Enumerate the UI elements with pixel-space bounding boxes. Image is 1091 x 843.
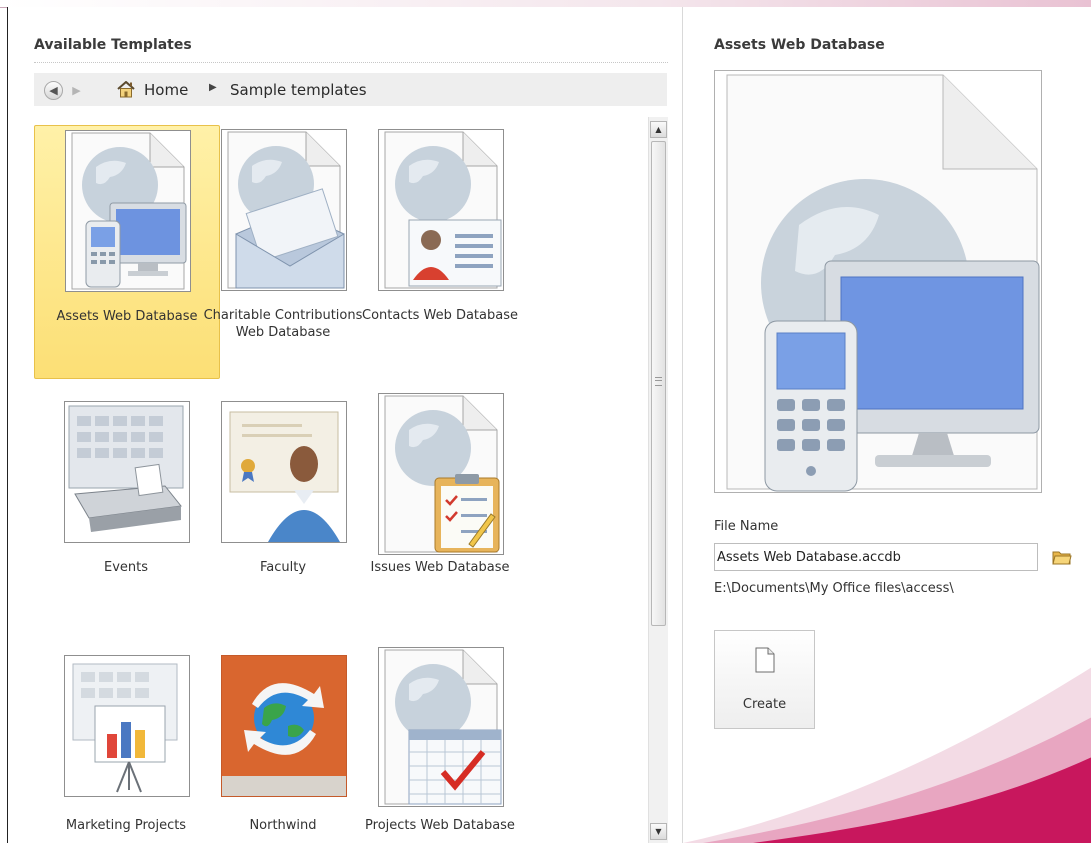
envelope-icon <box>227 131 345 289</box>
scroll-up-button[interactable]: ▲ <box>650 121 667 138</box>
available-templates-pane: Available Templates ◀ ▶ Home ▶ Sample te… <box>8 7 682 843</box>
breadcrumb-sample-templates[interactable]: Sample templates <box>230 81 367 99</box>
contact-card-icon <box>384 131 502 289</box>
forward-arrow-icon: ▶ <box>72 84 81 97</box>
backstage-new-panel: Available Templates ◀ ▶ Home ▶ Sample te… <box>7 7 1091 843</box>
template-projects-web-database[interactable]: Projects Web Database <box>348 647 532 837</box>
new-document-icon <box>755 647 775 673</box>
breadcrumb-home[interactable]: Home <box>144 81 188 99</box>
assets-preview-icon <box>726 74 1040 492</box>
template-label: Issues Web Database <box>370 560 510 575</box>
template-details-pane: Assets Web Database File Name Assets Web… <box>683 7 1091 843</box>
back-button[interactable]: ◀ <box>44 81 63 100</box>
assets-database-icon <box>71 132 187 290</box>
template-label: Projects Web Database <box>365 818 515 833</box>
issues-thumbnail <box>378 393 504 555</box>
breadcrumb-separator-icon: ▶ <box>209 82 217 93</box>
contacts-thumbnail <box>378 129 504 291</box>
forward-button[interactable]: ▶ <box>67 81 86 100</box>
back-arrow-icon: ◀ <box>49 84 58 97</box>
template-contacts-web-database[interactable]: Contacts Web Database <box>348 125 532 377</box>
template-gallery: Assets Web Database Charitable Contribut… <box>34 117 644 843</box>
events-thumbnail <box>64 401 190 543</box>
breadcrumb: ◀ ▶ Home ▶ Sample templates <box>34 73 667 106</box>
header-separator <box>34 62 668 63</box>
northwind-thumbnail <box>221 655 347 797</box>
calendar-fax-icon <box>68 405 184 532</box>
charitable-thumbnail <box>221 129 347 291</box>
browse-folder-icon[interactable] <box>1052 548 1072 566</box>
faculty-thumbnail <box>221 401 347 543</box>
template-issues-web-database[interactable]: Issues Web Database <box>348 389 532 641</box>
scrollbar-thumb[interactable] <box>651 141 666 626</box>
create-button-label: Create <box>742 697 787 712</box>
calendar-checkmark-icon <box>384 649 502 805</box>
faculty-person-icon <box>229 411 340 542</box>
scroll-up-icon: ▲ <box>655 125 662 134</box>
scroll-down-button[interactable]: ▼ <box>650 823 667 840</box>
assets-thumbnail <box>65 130 191 292</box>
template-gallery-scrollbar[interactable]: ▲ ▼ <box>648 117 668 843</box>
marketing-thumbnail <box>64 655 190 797</box>
grip-icon <box>655 377 662 386</box>
projects-thumbnail <box>378 647 504 807</box>
globe-arrows-icon <box>222 656 346 796</box>
save-location-path: E:\Documents\My Office files\access\ <box>714 581 954 596</box>
file-name-field[interactable] <box>714 543 1038 571</box>
create-button[interactable]: Create <box>714 630 815 729</box>
selected-template-title: Assets Web Database <box>714 37 885 53</box>
home-icon[interactable] <box>117 81 135 98</box>
available-templates-header: Available Templates <box>34 37 192 53</box>
scroll-down-icon: ▼ <box>655 827 662 836</box>
presentation-chart-icon <box>72 663 178 793</box>
template-preview <box>714 70 1042 493</box>
template-label: Contacts Web Database <box>362 308 518 323</box>
file-name-label: File Name <box>714 519 779 534</box>
clipboard-checklist-icon <box>384 395 500 553</box>
